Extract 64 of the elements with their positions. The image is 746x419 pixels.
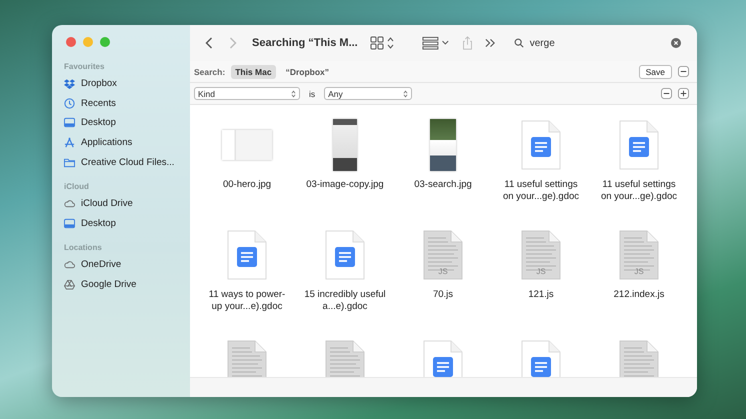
file-name[interactable]: 70.js <box>402 289 484 301</box>
operator-label: is <box>309 88 316 98</box>
clear-icon[interactable] <box>671 38 681 48</box>
file-name[interactable]: 03-image-copy.jpg <box>304 179 386 191</box>
file-name[interactable]: 15 incredibly useful a...e).gdoc <box>304 289 386 313</box>
minus-icon[interactable] <box>661 88 672 99</box>
window-title: Searching “This M... <box>252 37 358 49</box>
image-thumbnail[interactable] <box>222 130 272 160</box>
document-file-icon[interactable] <box>521 340 561 377</box>
sidebar-heading: iCloud <box>64 182 90 191</box>
drive-icon <box>64 279 75 290</box>
icon-view-icon[interactable] <box>370 36 396 50</box>
scope-tab[interactable]: “Dropbox” <box>282 64 334 78</box>
cloud-icon <box>64 198 75 210</box>
file-name[interactable]: 03-search.jpg <box>402 179 484 191</box>
search-icon <box>514 38 524 48</box>
desktop-icon <box>64 117 75 128</box>
more-icon[interactable] <box>484 36 496 50</box>
file-name[interactable]: 11 useful settings on your...ge).gdoc <box>598 179 680 203</box>
search-label: Search: <box>194 66 226 76</box>
cloud-icon <box>64 259 75 270</box>
script-file-icon[interactable] <box>619 340 659 377</box>
minus-icon[interactable] <box>678 66 689 77</box>
file-name[interactable]: 11 useful settings on your...ge).gdoc <box>500 179 582 203</box>
updown-icon <box>403 90 408 98</box>
document-file-icon[interactable] <box>423 340 463 377</box>
document-file-icon[interactable] <box>619 120 659 170</box>
zoom-icon[interactable] <box>100 37 110 47</box>
sidebar-heading: Favourites <box>64 62 106 71</box>
sidebar-item[interactable]: Recents <box>60 94 182 114</box>
scope-tab[interactable]: This Mac <box>231 64 276 78</box>
script-file-icon[interactable] <box>325 340 365 377</box>
desktop-icon <box>64 218 75 229</box>
sidebar-heading: Locations <box>64 243 103 252</box>
sidebar-item[interactable]: Dropbox <box>60 74 182 94</box>
sidebar-item[interactable]: OneDrive <box>60 255 182 275</box>
document-file-icon[interactable] <box>521 120 561 170</box>
sidebar-item[interactable]: Google Drive <box>60 274 182 294</box>
file-name[interactable]: 11 ways to power-up your...e).gdoc <box>206 289 288 313</box>
apps-icon <box>64 137 75 148</box>
sidebar-item[interactable]: iCloud Drive <box>60 194 182 214</box>
attribute-dropdown[interactable]: Kind <box>194 87 300 100</box>
document-file-icon[interactable] <box>227 230 267 280</box>
dropbox-icon <box>64 78 75 90</box>
group-icon[interactable] <box>422 36 450 50</box>
image-thumbnail[interactable] <box>333 119 357 171</box>
file-name[interactable]: 212.index.js <box>598 289 680 301</box>
sidebar-item[interactable]: Desktop <box>60 214 182 234</box>
value-dropdown[interactable]: Any <box>324 87 412 100</box>
back-icon[interactable] <box>204 36 215 50</box>
folder-icon <box>64 156 75 168</box>
sidebar-item[interactable]: Desktop <box>60 113 182 133</box>
image-thumbnail[interactable] <box>430 119 456 171</box>
document-file-icon[interactable] <box>325 230 365 280</box>
close-icon[interactable] <box>66 37 76 47</box>
save-button[interactable]: Save <box>638 64 672 78</box>
plus-icon[interactable] <box>678 88 689 99</box>
sidebar-item[interactable]: Creative Cloud Files... <box>60 152 182 172</box>
file-name[interactable]: 121.js <box>500 289 582 301</box>
clock-icon <box>64 98 75 109</box>
script-file-icon[interactable] <box>227 340 267 377</box>
updown-icon <box>291 90 296 98</box>
file-name[interactable]: 00-hero.jpg <box>206 179 288 191</box>
sidebar-item[interactable]: Applications <box>60 132 182 152</box>
